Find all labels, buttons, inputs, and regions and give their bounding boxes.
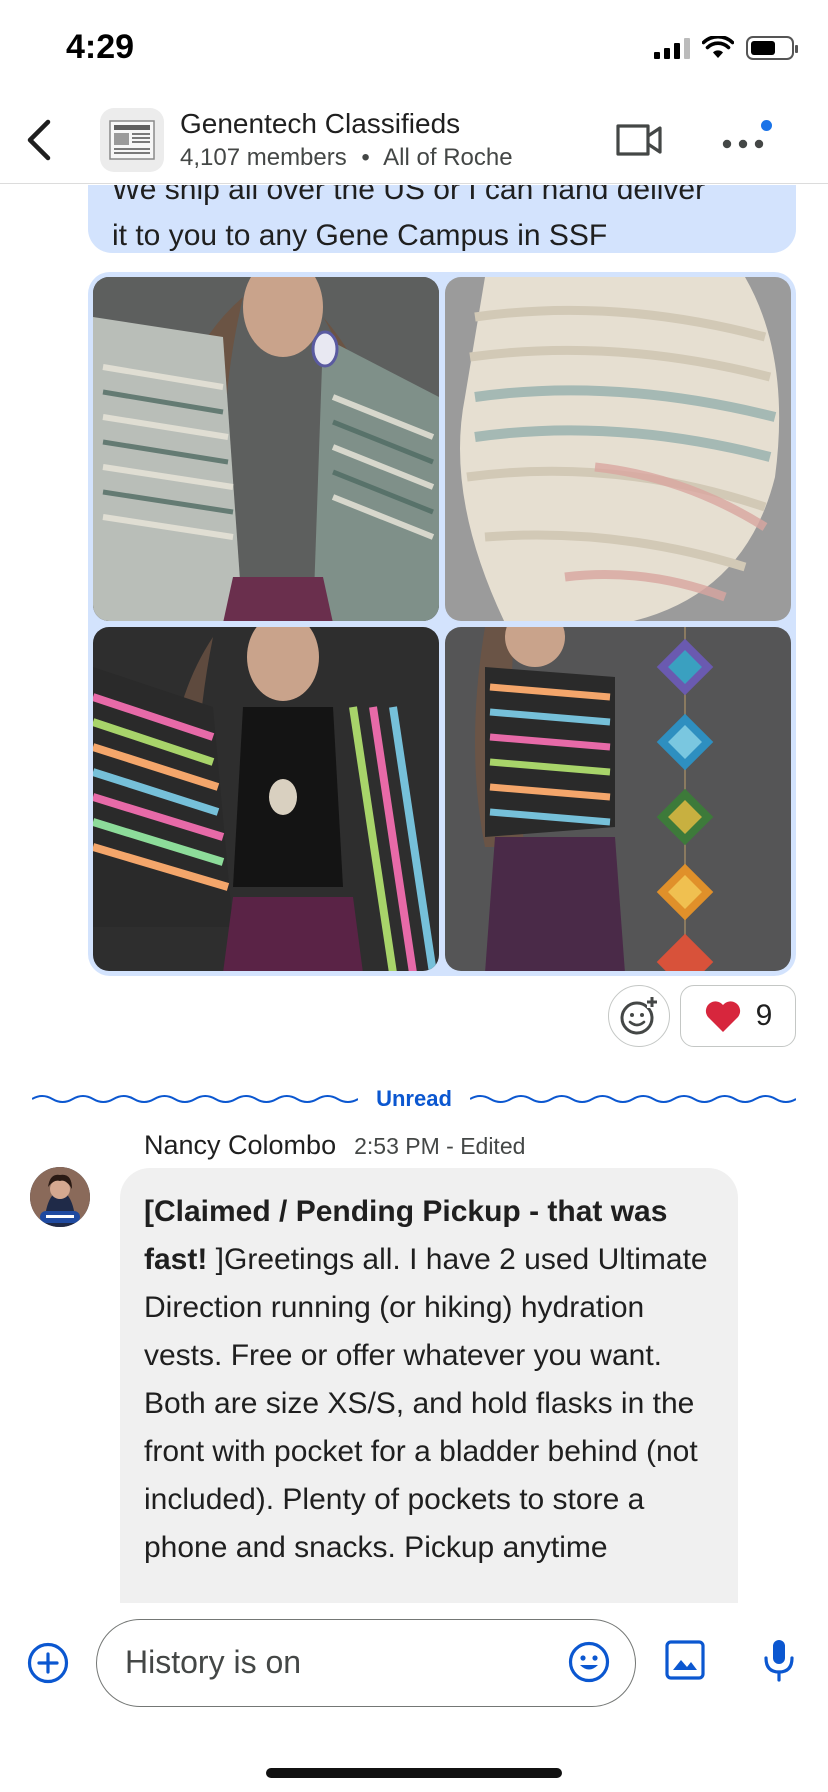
cardigan-ojos-image	[445, 627, 791, 971]
status-time: 4:29	[66, 28, 135, 66]
heart-reaction-chip[interactable]: 9	[680, 985, 796, 1047]
unread-label: Unread	[376, 1086, 452, 1111]
user-avatar-icon	[30, 1167, 90, 1227]
cellular-signal-icon	[654, 37, 690, 59]
home-indicator[interactable]	[266, 1768, 562, 1778]
subtitle-separator: •	[361, 144, 370, 171]
message-meta: Nancy Colombo 2:53 PM - Edited	[144, 1130, 525, 1161]
heart-count: 9	[755, 999, 773, 1032]
wifi-icon	[702, 36, 734, 58]
input-placeholder: History is on	[125, 1644, 302, 1680]
sender-name[interactable]: Nancy Colombo	[144, 1130, 336, 1161]
cream-sweater-image	[445, 277, 791, 621]
chat-messages[interactable]: We ship all over the US or I can hand de…	[0, 185, 828, 1603]
photo-cream-crochet-sweater[interactable]	[445, 277, 791, 621]
audience-label: All of Roche	[383, 144, 513, 171]
emoji-icon[interactable]	[567, 1640, 611, 1684]
group-subtitle[interactable]: 4,107 members • All of Roche	[180, 144, 513, 172]
battery-icon	[746, 36, 798, 60]
message-text: it to you to any Gene Campus in SSF	[112, 219, 608, 252]
status-icons	[654, 36, 798, 60]
message-bubble-previous[interactable]: We ship all over the US or I can hand de…	[88, 185, 796, 253]
wave-divider-left	[32, 1095, 359, 1103]
chevron-left-icon[interactable]	[20, 116, 60, 164]
newspaper-icon	[109, 120, 155, 160]
cardigan-multicolor-image	[93, 627, 439, 971]
heart-icon	[705, 1001, 740, 1032]
group-avatar[interactable]	[100, 108, 164, 172]
photo-cardigan-granny-square-gray[interactable]	[93, 277, 439, 621]
message-body: [Claimed / Pending Pickup - that was fas…	[144, 1188, 714, 1572]
add-reaction-icon	[620, 997, 657, 1035]
message-time: 2:53 PM - Edited	[354, 1133, 526, 1159]
status-bar: 4:29	[0, 0, 828, 100]
add-circle-icon[interactable]	[26, 1641, 70, 1685]
reaction-bar: 9	[608, 985, 796, 1047]
cardigan-gray-image	[93, 277, 439, 621]
more-options-button[interactable]	[718, 120, 772, 160]
wave-divider-right	[469, 1095, 797, 1103]
notification-dot	[761, 120, 772, 131]
image-icon[interactable]	[664, 1639, 706, 1681]
message-composer: History is on	[0, 1603, 828, 1733]
chat-header: Genentech Classifieds 4,107 members • Al…	[0, 100, 828, 184]
unread-divider: Unread	[32, 1081, 797, 1117]
sender-avatar[interactable]	[30, 1167, 90, 1227]
photo-cardigan-multicolor-black[interactable]	[93, 627, 439, 971]
video-camera-icon[interactable]	[614, 118, 664, 162]
photo-cardigan-multicolor-ojos-de-dios[interactable]	[445, 627, 791, 971]
message-text-body: ]Greetings all. I have 2 used Ultimate D…	[144, 1243, 708, 1564]
microphone-icon[interactable]	[762, 1637, 796, 1683]
message-text-partial: We ship all over the US or I can hand de…	[112, 185, 706, 206]
group-title[interactable]: Genentech Classifieds	[180, 108, 460, 140]
message-input[interactable]: History is on	[96, 1619, 636, 1707]
member-count: 4,107 members	[180, 144, 347, 171]
photo-grid	[88, 272, 796, 976]
message-bubble-current[interactable]: [Claimed / Pending Pickup - that was fas…	[120, 1168, 738, 1603]
add-reaction-button[interactable]	[608, 985, 670, 1047]
